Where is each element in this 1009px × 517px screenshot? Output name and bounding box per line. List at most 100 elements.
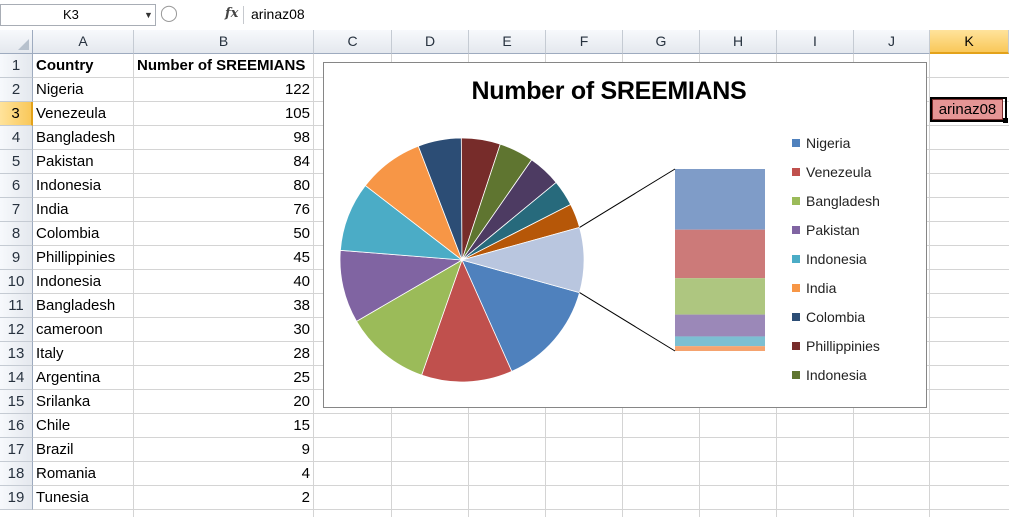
cell-country[interactable]: Nigeria [33,78,134,102]
cell-country[interactable]: Venezeula [33,102,134,126]
row-header-2[interactable]: 2 [0,78,33,102]
name-box-value: K3 [63,7,79,22]
cell-number[interactable]: 50 [134,222,314,246]
cell-country[interactable]: India [33,198,134,222]
column-header-k[interactable]: K [930,30,1009,54]
cell-number[interactable]: 28 [134,342,314,366]
cell-number[interactable]: 80 [134,174,314,198]
cell-country[interactable]: Srilanka [33,390,134,414]
row-header-5[interactable]: 5 [0,150,33,174]
column-header-b[interactable]: B [134,30,314,54]
cell-country[interactable]: Bangladesh [33,294,134,318]
secondary-bar-segment[interactable] [675,336,765,347]
legend-item[interactable]: Indonesia [792,367,867,383]
row-header-4[interactable]: 4 [0,126,33,150]
legend-item[interactable]: Pakistan [792,222,860,238]
header-country[interactable]: Country [33,54,134,78]
cell-number[interactable]: 9 [134,438,314,462]
legend-item[interactable]: Phillippinies [792,338,880,354]
legend-label: Indonesia [806,367,867,383]
row-header-15[interactable]: 15 [0,390,33,414]
cell-number[interactable]: 2 [134,486,314,510]
row-header-3[interactable]: 3 [0,102,33,126]
row-header-13[interactable]: 13 [0,342,33,366]
row-header-7[interactable]: 7 [0,198,33,222]
row-header-18[interactable]: 18 [0,462,33,486]
column-header-e[interactable]: E [469,30,546,54]
cell-number[interactable]: 4 [134,462,314,486]
secondary-bar-segment[interactable] [675,169,765,230]
cell-number[interactable]: 76 [134,198,314,222]
column-header-i[interactable]: I [777,30,854,54]
cell-number[interactable]: 30 [134,318,314,342]
select-all-button[interactable] [0,30,33,54]
legend-label: Pakistan [806,222,860,238]
column-header-h[interactable]: H [700,30,777,54]
cell-country[interactable]: Chile [33,414,134,438]
cell-number[interactable]: 25 [134,366,314,390]
legend-item[interactable]: Venezeula [792,164,871,180]
cell-number[interactable]: 40 [134,270,314,294]
secondary-bar-segment[interactable] [675,278,765,315]
cell-number[interactable]: 122 [134,78,314,102]
secondary-bar-segment[interactable] [675,229,765,279]
cell-number[interactable]: 38 [134,294,314,318]
row-header-9[interactable]: 9 [0,246,33,270]
row-header-6[interactable]: 6 [0,174,33,198]
cell-country[interactable]: Bangladesh [33,126,134,150]
header-number-of-sreemians[interactable]: Number of SREEMIANS [134,54,315,78]
cell-country[interactable]: Indonesia [33,270,134,294]
legend-item[interactable]: Nigeria [792,135,850,151]
legend-item[interactable]: India [792,280,836,296]
name-box[interactable]: K3 ▼ [0,4,156,26]
formula-bar-resize-icon[interactable]: ◯ [160,4,178,24]
column-header-a[interactable]: A [33,30,134,54]
secondary-bar-segment[interactable] [675,346,765,351]
row-header-1[interactable]: 1 [0,54,33,78]
row-header-10[interactable]: 10 [0,270,33,294]
column-header-d[interactable]: D [392,30,469,54]
cell-country[interactable]: Italy [33,342,134,366]
cell-number[interactable]: 45 [134,246,314,270]
cell-country[interactable]: Pakistan [33,150,134,174]
cell-number[interactable]: 15 [134,414,314,438]
row-header-8[interactable]: 8 [0,222,33,246]
cell-country[interactable]: Colombia [33,222,134,246]
cell-country[interactable]: Indonesia [33,174,134,198]
cell-number[interactable]: 84 [134,150,314,174]
row-header-14[interactable]: 14 [0,366,33,390]
cell-number[interactable]: 105 [134,102,314,126]
cell-country[interactable]: Romania [33,462,134,486]
legend-swatch [792,139,800,147]
legend-label: India [806,280,837,296]
insert-function-icon[interactable]: fx [225,4,238,24]
legend-item[interactable]: Colombia [792,309,865,325]
column-header-f[interactable]: F [546,30,623,54]
legend-swatch [792,226,800,234]
legend-item[interactable]: Indonesia [792,251,867,267]
legend-label: Nigeria [806,135,851,151]
cell-k3-value[interactable]: arinaz08 [932,99,1003,120]
row-header-17[interactable]: 17 [0,438,33,462]
row-header-11[interactable]: 11 [0,294,33,318]
cell-country[interactable]: cameroon [33,318,134,342]
legend-item[interactable]: Bangladesh [792,193,880,209]
fill-handle[interactable] [1003,118,1008,123]
legend-swatch [792,284,800,292]
column-header-g[interactable]: G [623,30,700,54]
cell-country[interactable]: Phillippinies [33,246,134,270]
name-box-dropdown-icon[interactable]: ▼ [144,5,153,25]
pie-chart[interactable]: Number of SREEMIANS Nigeria Venezeula Bang… [323,62,927,408]
formula-input[interactable]: arinaz08 [251,4,305,24]
column-header-c[interactable]: C [314,30,392,54]
row-header-12[interactable]: 12 [0,318,33,342]
cell-number[interactable]: 98 [134,126,314,150]
cell-number[interactable]: 20 [134,390,314,414]
secondary-bar-segment[interactable] [675,314,765,337]
cell-country[interactable]: Tunesia [33,486,134,510]
row-header-16[interactable]: 16 [0,414,33,438]
row-header-19[interactable]: 19 [0,486,33,510]
cell-country[interactable]: Argentina [33,366,134,390]
column-header-j[interactable]: J [854,30,930,54]
cell-country[interactable]: Brazil [33,438,134,462]
